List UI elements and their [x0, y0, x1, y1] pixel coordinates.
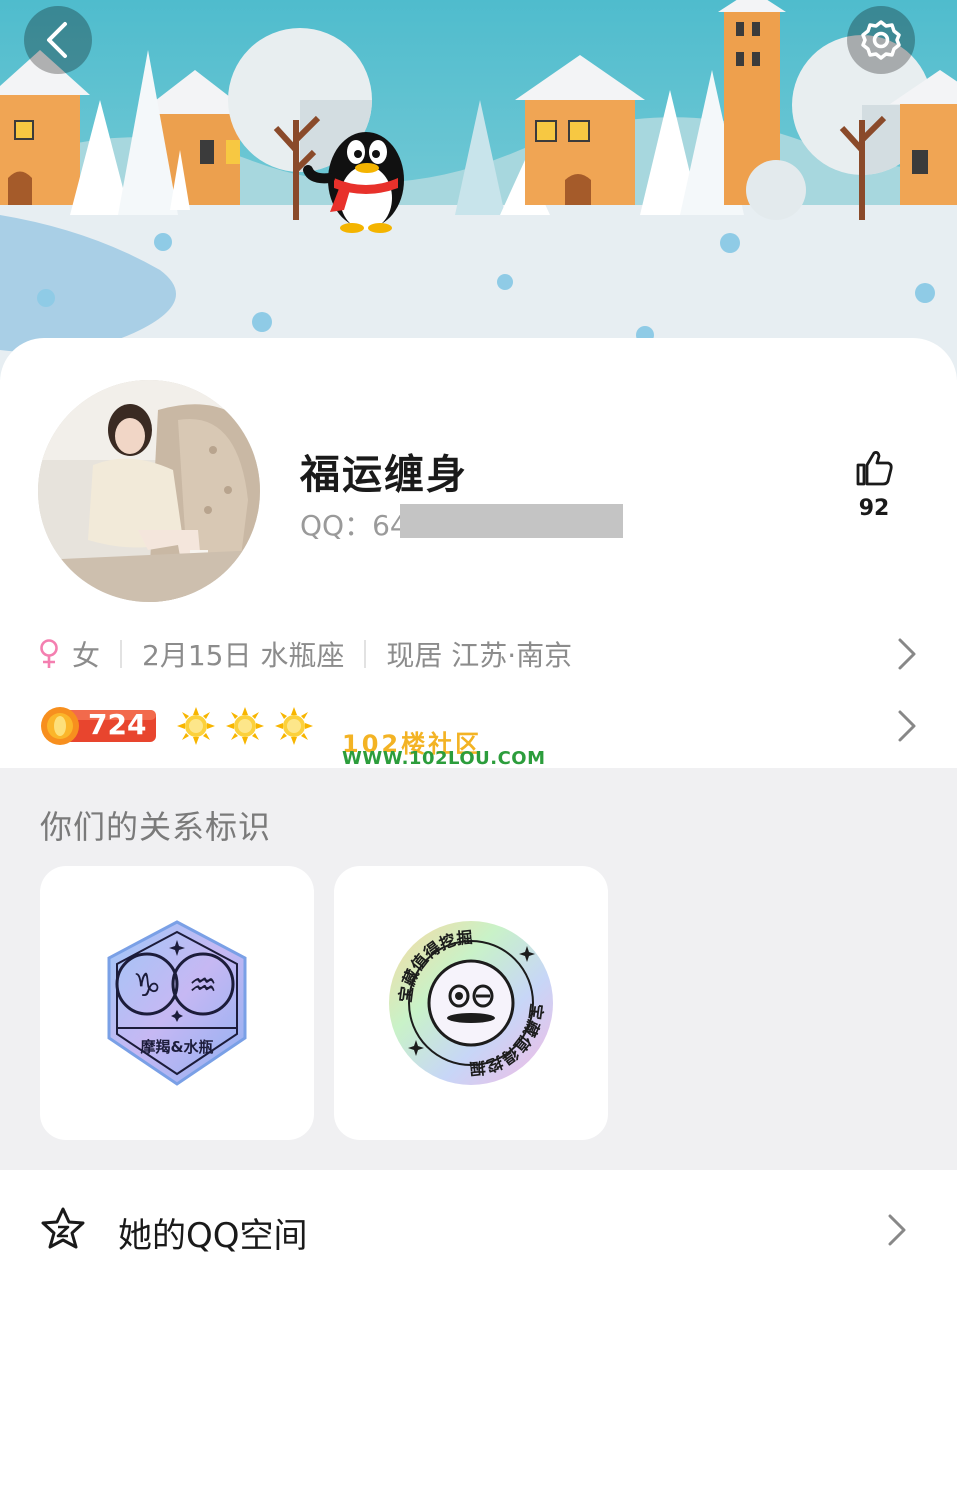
profile-card: 福运缠身 QQ：64 92 女 2月15日 水瓶座 现居 江苏·南京 724 1… [0, 338, 957, 769]
chevron-left-icon [47, 22, 67, 58]
relation-badge-card[interactable]: ♑ ♒ 摩羯&水瓶 [40, 866, 314, 1140]
like-button[interactable]: 92 [850, 448, 898, 521]
divider [364, 640, 367, 668]
star-icon [41, 1207, 85, 1249]
zodiac-badge-icon: ♑ ♒ 摩羯&水瓶 [107, 920, 247, 1086]
svg-text:♒: ♒ [189, 966, 218, 1004]
divider [120, 640, 123, 668]
female-icon [40, 639, 58, 668]
zodiac-badge-label: 摩羯&水瓶 [140, 1038, 213, 1056]
qzone-label: 她的QQ空间 [118, 1216, 308, 1256]
thumbs-up-icon [856, 451, 893, 486]
avatar-photo [38, 380, 260, 602]
nickname: 福运缠身 [300, 452, 468, 498]
profile-banner [0, 0, 957, 380]
sun-level-icon [275, 707, 313, 745]
qq-number: QQ：64 [300, 509, 408, 542]
location-text: 现居 江苏·南京 [386, 639, 573, 672]
relation-section: 你们的关系标识 ♑ ♒ 摩羯&水瓶 宝藏值得挖掘 宝藏值得挖掘 [0, 768, 957, 1170]
chevron-right-icon [898, 638, 916, 670]
birthday-text: 2月15日 水瓶座 [142, 639, 345, 672]
watermark-url: WWW.102LOU.COM [342, 748, 546, 769]
settings-button[interactable] [847, 6, 915, 74]
winter-scene-illustration [0, 0, 957, 380]
gender-text: 女 [72, 639, 101, 672]
sun-level-icon [177, 707, 215, 745]
section-title: 你们的关系标识 [40, 808, 272, 846]
sun-level-icon [226, 707, 264, 745]
site-watermark: 102楼社区 WWW.102LOU.COM [336, 724, 568, 769]
relation-badge-card[interactable]: 宝藏值得挖掘 宝藏值得挖掘 [334, 866, 608, 1140]
gear-icon [861, 20, 901, 60]
qzone-entry-row[interactable]: 她的QQ空间 [0, 1170, 957, 1290]
profile-info-row[interactable]: 女 2月15日 水瓶座 现居 江苏·南京 [38, 634, 918, 674]
chevron-right-icon [888, 1214, 906, 1246]
like-count: 92 [858, 496, 890, 521]
qq-number-redaction [400, 504, 623, 538]
level-value: 724 [88, 708, 147, 741]
treasure-badge-icon: 宝藏值得挖掘 宝藏值得挖掘 [389, 921, 553, 1085]
chevron-right-icon [898, 710, 916, 742]
back-button[interactable] [24, 6, 92, 74]
svg-text:♑: ♑ [133, 966, 162, 1004]
avatar[interactable] [38, 380, 260, 602]
